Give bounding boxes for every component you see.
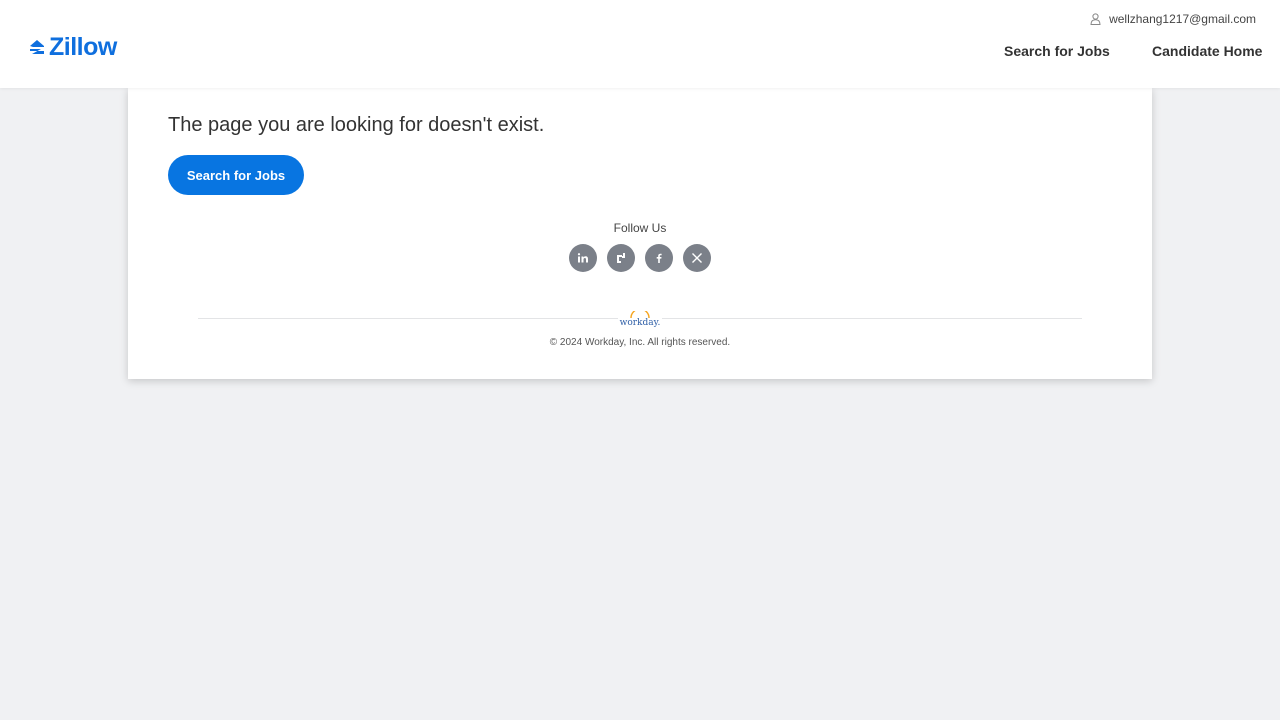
user-icon <box>1090 13 1101 25</box>
search-for-jobs-button[interactable]: Search for Jobs <box>168 155 304 195</box>
hidden-field-2[interactable] <box>445 536 824 579</box>
nav-candidate-home[interactable]: Candidate Home <box>1152 43 1262 59</box>
zillow-logo-icon <box>30 40 44 54</box>
error-message: The page you are looking for doesn't exi… <box>168 114 545 136</box>
facebook-icon[interactable] <box>645 244 673 272</box>
logo-text: Zillow <box>49 32 117 61</box>
user-menu[interactable]: wellzhang1217@gmail.com <box>1090 12 1256 26</box>
zillow-logo[interactable]: Zillow <box>28 34 117 60</box>
hidden-link-2[interactable] <box>557 693 713 717</box>
copyright: © 2024 Workday, Inc. All rights reserved… <box>549 337 731 348</box>
x-icon[interactable] <box>683 244 711 272</box>
hidden-link-1[interactable] <box>663 656 772 680</box>
hidden-field-1[interactable] <box>445 448 824 491</box>
header: Zillow wellzhang1217@gmail.com Search fo… <box>0 0 1280 88</box>
workday-arc-icon <box>630 311 650 318</box>
workday-logo-text: workday. <box>619 318 661 328</box>
nav-search-for-jobs[interactable]: Search for Jobs <box>1004 43 1110 59</box>
workday-logo: workday. <box>618 311 662 329</box>
social-links <box>569 244 711 272</box>
hidden-field-3[interactable] <box>445 600 824 643</box>
linkedin-icon[interactable] <box>569 244 597 272</box>
glassdoor-icon[interactable] <box>607 244 635 272</box>
user-email: wellzhang1217@gmail.com <box>1109 12 1256 26</box>
content-card: The page you are looking for doesn't exi… <box>128 88 1152 379</box>
follow-us-label: Follow Us <box>613 221 667 235</box>
